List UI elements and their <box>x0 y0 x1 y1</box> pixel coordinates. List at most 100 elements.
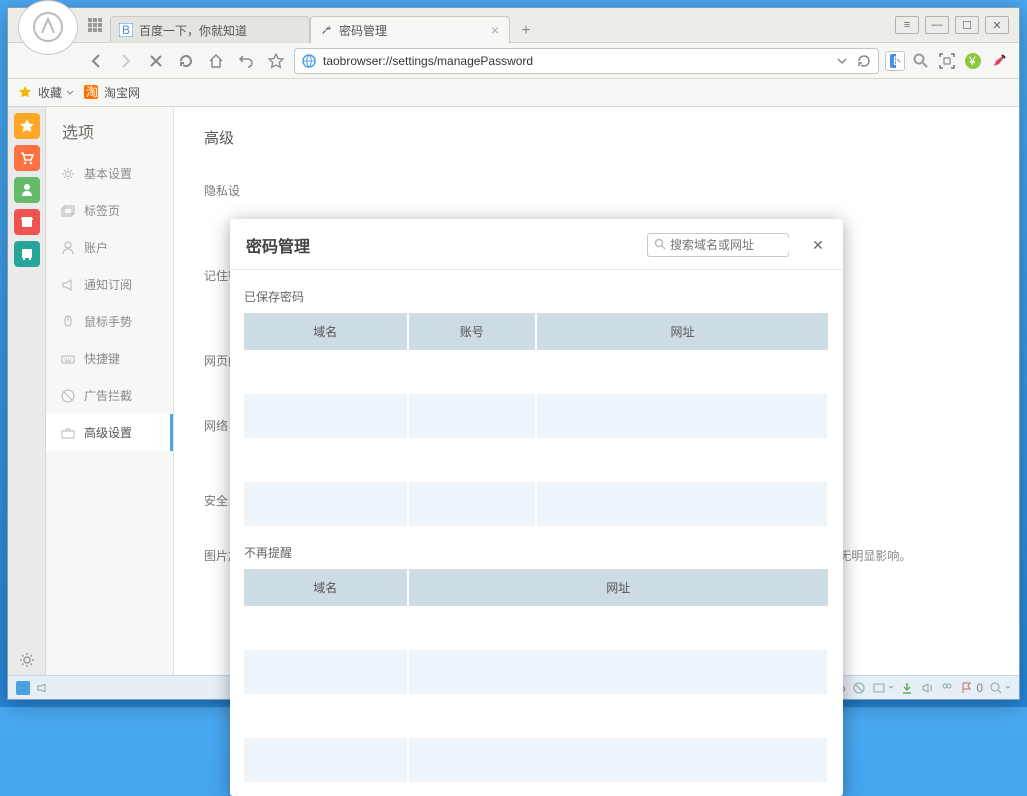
address-input[interactable] <box>323 54 828 68</box>
no-remind-label: 不再提醒 <box>244 536 829 569</box>
status-users-icon[interactable] <box>940 681 954 695</box>
vtool-star-icon[interactable] <box>14 113 40 139</box>
globe-icon <box>301 53 317 69</box>
bookmarks-label: 收藏 <box>38 84 62 101</box>
dialog-search-box[interactable] <box>647 233 789 257</box>
search-icon <box>654 238 666 253</box>
browser-logo <box>18 0 78 55</box>
menu-button[interactable]: ≡ <box>895 16 919 34</box>
sidebar-label: 鼠标手势 <box>84 313 132 330</box>
tabs-container: B 百度一下，你就知道 密码管理 × + <box>110 8 538 42</box>
qr-scan-icon[interactable] <box>937 51 957 71</box>
status-megaphone-icon[interactable] <box>36 681 50 695</box>
tab-password-manager[interactable]: 密码管理 × <box>310 16 510 43</box>
svg-text:B: B <box>122 23 130 37</box>
sidebar-label: 通知订阅 <box>84 276 132 293</box>
col-domain: 域名 <box>244 569 408 606</box>
forward-button[interactable] <box>114 49 138 73</box>
sidebar-item-basic[interactable]: 基本设置 <box>46 155 173 192</box>
sidebar-item-shortcuts[interactable]: 快捷键 <box>46 340 173 377</box>
nav-bar: B ¥ <box>8 43 1019 79</box>
close-tab-icon[interactable]: × <box>489 22 501 38</box>
vertical-toolbar <box>8 107 46 675</box>
table-row[interactable] <box>244 694 828 738</box>
dialog-search-input[interactable] <box>670 238 825 252</box>
dialog-header: 密码管理 ✕ <box>230 219 843 270</box>
dialog-title: 密码管理 <box>246 233 310 257</box>
new-tab-button[interactable]: + <box>514 20 538 42</box>
refresh-icon[interactable] <box>856 53 872 69</box>
status-flag-icon[interactable]: 0 <box>960 681 983 695</box>
brush-icon[interactable] <box>989 51 1009 71</box>
minimize-button[interactable]: — <box>925 16 949 34</box>
sidebar-item-adblock[interactable]: 广告拦截 <box>46 377 173 414</box>
sidebar-label: 账户 <box>84 239 108 256</box>
tab-title: 百度一下，你就知道 <box>139 22 301 39</box>
settings-sidebar: 选项 基本设置 标签页 账户 通知订阅 鼠标手势 快捷键 广告拦截 高级设置 <box>46 107 174 675</box>
table-row[interactable] <box>244 394 828 438</box>
status-window-icon[interactable] <box>872 681 894 695</box>
saved-passwords-label: 已保存密码 <box>244 280 829 313</box>
sidebar-label: 快捷键 <box>84 350 120 367</box>
table-row[interactable] <box>244 438 828 482</box>
bookmarks-button[interactable]: 收藏 <box>18 84 74 101</box>
search-provider-icon[interactable]: B <box>885 51 905 71</box>
user-icon <box>60 240 76 256</box>
status-block-icon[interactable] <box>852 681 866 695</box>
sidebar-item-notifications[interactable]: 通知订阅 <box>46 266 173 303</box>
table-row[interactable] <box>244 606 828 650</box>
keyboard-icon <box>60 351 76 367</box>
home-button[interactable] <box>204 49 228 73</box>
bookmark-label: 淘宝网 <box>104 84 140 101</box>
status-zoom-icon[interactable] <box>989 681 1011 695</box>
coin-icon[interactable]: ¥ <box>963 51 983 71</box>
vtool-cart-icon[interactable] <box>14 145 40 171</box>
bookmark-item-taobao[interactable]: 淘 淘宝网 <box>84 84 140 101</box>
col-url: 网址 <box>408 569 828 606</box>
title-bar: B 百度一下，你就知道 密码管理 × + ≡ — ☐ ✕ <box>8 8 1019 43</box>
vtool-store-icon[interactable] <box>14 209 40 235</box>
tabs-icon <box>60 203 76 219</box>
tab-title: 密码管理 <box>339 22 483 39</box>
sidebar-item-advanced[interactable]: 高级设置 <box>46 414 173 451</box>
vtool-bus-icon[interactable] <box>14 241 40 267</box>
svg-text:¥: ¥ <box>968 54 976 68</box>
search-icon[interactable] <box>911 51 931 71</box>
sidebar-label: 广告拦截 <box>84 387 132 404</box>
sidebar-label: 标签页 <box>84 202 120 219</box>
undo-button[interactable] <box>234 49 258 73</box>
col-account: 账号 <box>408 313 536 350</box>
window-controls: ≡ — ☐ ✕ <box>895 16 1019 34</box>
star-button[interactable] <box>264 49 288 73</box>
no-remind-table: 域名 网址 <box>244 569 829 782</box>
sidebar-item-gestures[interactable]: 鼠标手势 <box>46 303 173 340</box>
reload-button[interactable] <box>174 49 198 73</box>
table-row[interactable] <box>244 738 828 782</box>
sidebar-item-tabs[interactable]: 标签页 <box>46 192 173 229</box>
dialog-body: 已保存密码 域名 账号 网址 不再提醒 <box>230 270 843 796</box>
sidebar-item-account[interactable]: 账户 <box>46 229 173 266</box>
table-row[interactable] <box>244 650 828 694</box>
maximize-button[interactable]: ☐ <box>955 16 979 34</box>
megaphone-icon <box>60 277 76 293</box>
block-icon <box>60 388 76 404</box>
stop-button[interactable] <box>144 49 168 73</box>
vtool-user-icon[interactable] <box>14 177 40 203</box>
mouse-icon <box>60 314 76 330</box>
chevron-down-icon <box>66 89 74 97</box>
browser-window: B 百度一下，你就知道 密码管理 × + ≡ — ☐ ✕ <box>7 7 1020 700</box>
settings-heading: 高级 <box>204 127 989 148</box>
dropdown-icon[interactable] <box>834 53 850 69</box>
close-button[interactable]: ✕ <box>985 16 1009 34</box>
gear-icon[interactable] <box>18 651 38 671</box>
table-row[interactable] <box>244 482 828 526</box>
address-bar[interactable] <box>294 48 879 74</box>
grid-icon[interactable] <box>82 12 108 38</box>
status-app-icon[interactable] <box>16 681 30 695</box>
back-button[interactable] <box>84 49 108 73</box>
status-download-icon[interactable] <box>900 681 914 695</box>
table-row[interactable] <box>244 350 828 394</box>
dialog-close-button[interactable]: ✕ <box>809 236 827 254</box>
status-volume-icon[interactable] <box>920 681 934 695</box>
tab-baidu[interactable]: B 百度一下，你就知道 <box>110 16 310 43</box>
